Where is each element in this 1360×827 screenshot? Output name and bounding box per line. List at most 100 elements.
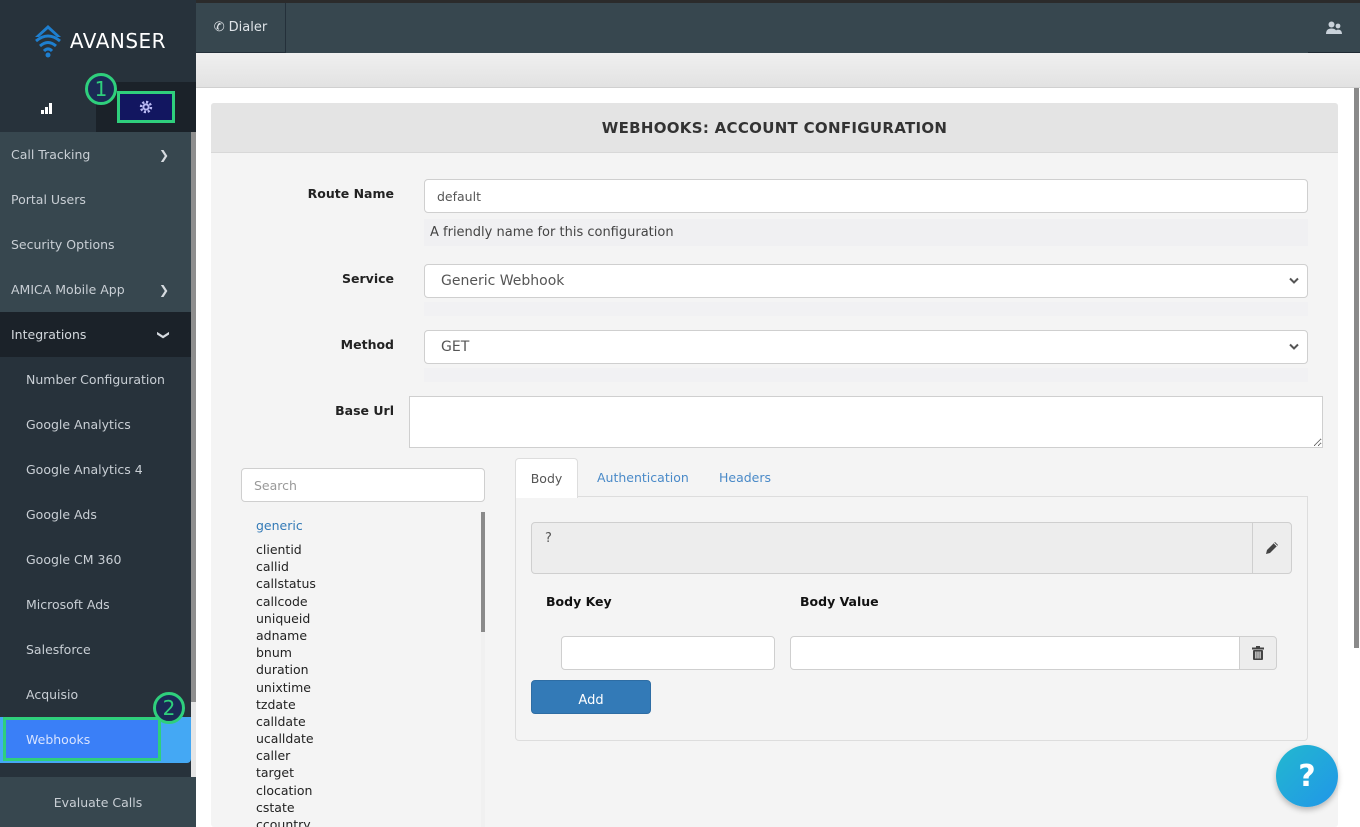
sidebar-item-call-tracking[interactable]: Call Tracking ❯: [0, 132, 191, 177]
sidebar-item-amica-mobile-app[interactable]: AMICA Mobile App ❯: [0, 267, 191, 312]
chevron-right-icon: ❯: [158, 282, 169, 297]
annotation-badge-2: 2: [153, 692, 185, 724]
variable-group-generic[interactable]: generic: [241, 512, 481, 540]
sidebar-item-label: Acquisio: [26, 687, 79, 702]
method-label: Method: [340, 337, 394, 352]
sidebar-item-label: Google Ads: [26, 507, 97, 522]
gear-icon: [139, 100, 153, 114]
variable-search-input[interactable]: Search: [241, 468, 485, 502]
tab-body[interactable]: Body: [515, 458, 578, 498]
body-value-label: Body Value: [800, 594, 879, 609]
body-value-input[interactable]: [790, 636, 1240, 670]
brand[interactable]: AVANSER: [0, 0, 196, 82]
page-scrollbar[interactable]: [1352, 88, 1360, 827]
variable-item[interactable]: ucalldate: [241, 730, 481, 747]
chevron-down-icon: [1289, 343, 1299, 350]
sidebar-item-google-ads[interactable]: Google Ads: [0, 492, 191, 537]
sidebar-item-label: Call Tracking: [11, 147, 91, 162]
trash-icon: [1252, 646, 1264, 660]
dialer-label: Dialer: [228, 20, 268, 35]
sidebar-item-label: Google Analytics: [26, 417, 131, 432]
annotation-badge-1: 1: [85, 73, 117, 105]
users-icon: [1325, 21, 1342, 34]
service-selected-value: Generic Webhook: [441, 273, 565, 289]
delete-row-button[interactable]: [1239, 636, 1277, 670]
sidebar-item-salesforce[interactable]: Salesforce: [0, 627, 191, 672]
body-preview-textarea[interactable]: ?: [531, 522, 1253, 574]
sidebar-item-portal-users[interactable]: Portal Users: [0, 177, 191, 222]
sidebar-item-label: Webhooks: [26, 731, 91, 747]
tab-headers[interactable]: Headers: [719, 458, 771, 497]
body-key-input[interactable]: [561, 636, 775, 670]
variable-item[interactable]: callid: [241, 558, 481, 575]
bar-chart-icon: [41, 102, 52, 114]
variable-item[interactable]: caller: [241, 747, 481, 764]
settings-highlight[interactable]: [117, 91, 175, 123]
sidebar-item-label: Portal Users: [11, 192, 86, 207]
edit-body-button[interactable]: [1252, 522, 1292, 574]
variable-item[interactable]: unixtime: [241, 679, 481, 696]
service-label: Service: [342, 271, 394, 286]
sidebar-item-label: AMICA Mobile App: [11, 282, 125, 297]
sidebar-item-google-analytics-4[interactable]: Google Analytics 4: [0, 447, 191, 492]
variable-item[interactable]: clocation: [241, 782, 481, 799]
page-scrollbar-thumb[interactable]: [1354, 88, 1359, 648]
variable-item[interactable]: ccountry: [241, 816, 481, 827]
route-name-help: A friendly name for this configuration: [424, 219, 1308, 246]
variable-item[interactable]: target: [241, 764, 481, 781]
page-title: WEBHOOKS: ACCOUNT CONFIGURATION: [211, 103, 1338, 153]
sidebar-item-number-configuration[interactable]: Number Configuration: [0, 357, 191, 402]
evaluate-calls-button[interactable]: Evaluate Calls: [0, 777, 196, 827]
sidebar: AVANSER 1 Call Tracking ❯ Portal Users S…: [0, 0, 196, 827]
sidebar-item-label: Microsoft Ads: [26, 597, 110, 612]
phone-icon: ✆: [213, 20, 225, 35]
top-bar: ✆ Dialer: [196, 0, 1360, 53]
sub-header-bar: [196, 53, 1360, 88]
base-url-label: Base Url: [335, 403, 394, 418]
route-name-input[interactable]: default: [424, 179, 1308, 213]
body-key-label: Body Key: [546, 594, 612, 609]
sidebar-item-label: Number Configuration: [26, 372, 165, 387]
service-help-strip: [424, 302, 1308, 316]
route-name-label: Route Name: [307, 186, 394, 201]
sidebar-item-security-options[interactable]: Security Options: [0, 222, 191, 267]
base-url-input[interactable]: [409, 396, 1323, 448]
service-select[interactable]: Generic Webhook: [424, 264, 1308, 298]
variable-item[interactable]: callcode: [241, 593, 481, 610]
tab-authentication[interactable]: Authentication: [597, 458, 689, 497]
sidebar-item-label: Integrations: [11, 327, 87, 342]
tab-reports[interactable]: [0, 82, 96, 132]
variable-item[interactable]: cstate: [241, 799, 481, 816]
variable-item[interactable]: bnum: [241, 644, 481, 661]
pencil-icon: [1266, 542, 1278, 554]
chevron-right-icon: ❯: [158, 147, 169, 162]
method-selected-value: GET: [441, 339, 470, 355]
variable-item[interactable]: calldate: [241, 713, 481, 730]
sidebar-item-label: Google Analytics 4: [26, 462, 143, 477]
sidebar-item-webhooks[interactable]: Webhooks: [3, 717, 161, 761]
variable-item[interactable]: tzdate: [241, 696, 481, 713]
variable-item[interactable]: clientid: [241, 541, 481, 558]
config-tabs: Body Authentication Headers: [515, 458, 1308, 498]
sidebar-item-integrations[interactable]: Integrations ❯: [0, 312, 191, 357]
add-button[interactable]: Add: [531, 680, 651, 714]
help-button[interactable]: ?: [1276, 745, 1338, 807]
evaluate-calls-label: Evaluate Calls: [53, 794, 143, 810]
users-button[interactable]: [1308, 3, 1360, 53]
dialer-button[interactable]: ✆ Dialer: [196, 3, 286, 53]
sidebar-item-google-analytics[interactable]: Google Analytics: [0, 402, 191, 447]
sidebar-item-label: Security Options: [11, 237, 115, 252]
variable-item[interactable]: adname: [241, 627, 481, 644]
variable-list: generic clientid callid callstatus callcode…: [241, 512, 481, 827]
method-select[interactable]: GET: [424, 330, 1308, 364]
variable-item[interactable]: callstatus: [241, 575, 481, 592]
method-help-strip: [424, 368, 1308, 382]
brand-name: AVANSER: [69, 29, 167, 53]
sidebar-item-google-cm-360[interactable]: Google CM 360: [0, 537, 191, 582]
variable-item[interactable]: uniqueid: [241, 610, 481, 627]
sidebar-menu: Call Tracking ❯ Portal Users Security Op…: [0, 132, 191, 777]
variable-list-scrollbar-thumb[interactable]: [481, 512, 485, 632]
variable-item[interactable]: duration: [241, 661, 481, 678]
variable-list-scrollbar[interactable]: [481, 512, 485, 827]
sidebar-item-microsoft-ads[interactable]: Microsoft Ads: [0, 582, 191, 627]
